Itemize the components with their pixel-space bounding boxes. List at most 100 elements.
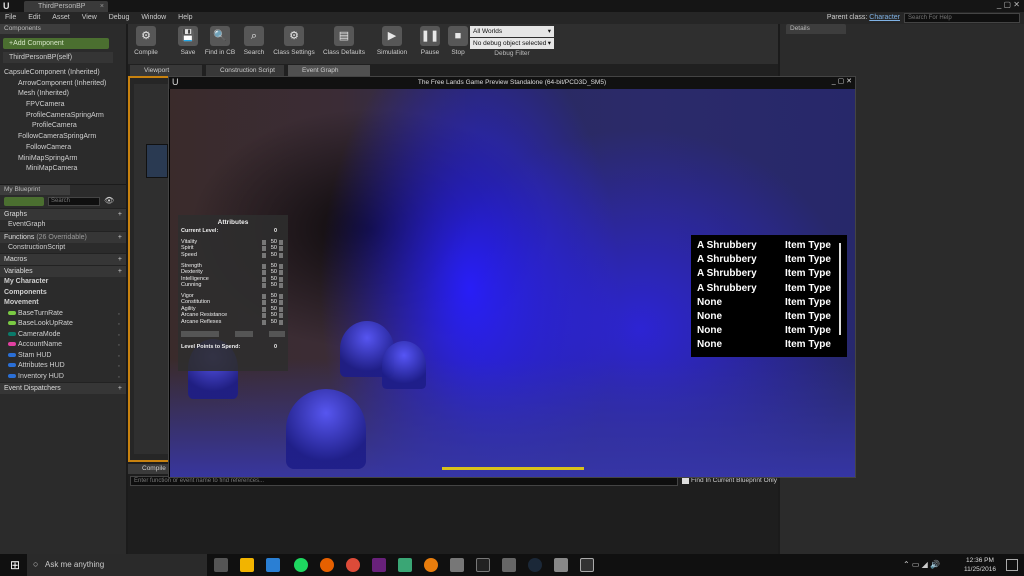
inventory-row[interactable]: A Shrubbery Item Type: [697, 239, 837, 253]
attribute-action-button[interactable]: [269, 331, 285, 337]
increase-button[interactable]: [279, 240, 283, 245]
firefox-icon[interactable]: [320, 558, 334, 572]
help-search-input[interactable]: Search For Help: [904, 13, 1020, 23]
menu-asset[interactable]: Asset: [52, 12, 70, 24]
blender-icon[interactable]: [424, 558, 438, 572]
add-component-button[interactable]: +Add Component: [3, 38, 109, 49]
debug-object-select[interactable]: No debug object selected: [470, 38, 554, 49]
menu-file[interactable]: File: [5, 12, 16, 24]
parent-class-link[interactable]: Character: [869, 14, 900, 21]
decrease-button[interactable]: [262, 294, 266, 299]
spotify-icon[interactable]: [294, 558, 308, 572]
tab-viewport[interactable]: Viewport: [130, 65, 202, 76]
self-component[interactable]: ThirdPersonBP(self): [3, 52, 113, 63]
inventory-row[interactable]: None Item Type: [697, 324, 837, 338]
close-tab-icon[interactable]: ×: [100, 1, 104, 12]
decrease-button[interactable]: [262, 276, 266, 282]
menu-help[interactable]: Help: [178, 12, 192, 24]
chrome-icon[interactable]: [346, 558, 360, 572]
increase-button[interactable]: [279, 319, 283, 325]
unreal-engine-icon[interactable]: [580, 558, 594, 572]
simulation-button[interactable]: ▶ Simulation: [372, 26, 412, 56]
plus-icon[interactable]: +: [118, 383, 122, 395]
menu-debug[interactable]: Debug: [109, 12, 130, 24]
add-new-button[interactable]: [4, 197, 44, 206]
tree-item[interactable]: MiniMapSpringArm: [4, 154, 120, 165]
increase-button[interactable]: [279, 294, 283, 299]
decrease-button[interactable]: [262, 306, 266, 312]
category-my-character[interactable]: My Character: [0, 277, 126, 288]
tree-item[interactable]: CapsuleComponent (Inherited): [4, 68, 120, 79]
decrease-button[interactable]: [262, 264, 266, 269]
category-components[interactable]: Components: [0, 288, 126, 299]
game-preview-window[interactable]: The Free Lands Game Preview Standalone (…: [168, 76, 856, 478]
tab-construction-script[interactable]: Construction Script: [206, 65, 284, 76]
variable-item[interactable]: Stam HUD ◦: [0, 351, 126, 362]
increase-button[interactable]: [279, 276, 283, 282]
game-window-controls[interactable]: _ ▢ ✕: [832, 77, 852, 85]
decrease-button[interactable]: [262, 313, 266, 319]
class-defaults-button[interactable]: ▤ Class Defaults: [320, 26, 368, 56]
inventory-row[interactable]: None Item Type: [697, 338, 837, 352]
menu-edit[interactable]: Edit: [28, 12, 40, 24]
variable-item[interactable]: CameraMode ◦: [0, 330, 126, 341]
inventory-row[interactable]: A Shrubbery Item Type: [697, 253, 837, 267]
increase-button[interactable]: [279, 264, 283, 269]
steam-icon[interactable]: [528, 558, 542, 572]
decrease-button[interactable]: [262, 319, 266, 325]
inventory-row[interactable]: None Item Type: [697, 296, 837, 310]
decrease-button[interactable]: [262, 300, 266, 306]
inventory-scrollbar[interactable]: [839, 243, 841, 335]
inventory-row[interactable]: None Item Type: [697, 310, 837, 324]
graph-node[interactable]: [146, 144, 168, 178]
section-event-dispatchers[interactable]: Event Dispatchers +: [0, 382, 126, 394]
tab-event-graph[interactable]: Event Graph: [288, 65, 370, 76]
variable-item[interactable]: Inventory HUD ◦: [0, 372, 126, 383]
variable-item[interactable]: BaseLookUpRate ◦: [0, 319, 126, 330]
decrease-button[interactable]: [262, 240, 266, 245]
decrease-button[interactable]: [262, 246, 266, 252]
category-movement[interactable]: Movement: [0, 298, 126, 309]
variable-item[interactable]: Attributes HUD ◦: [0, 361, 126, 372]
tree-item[interactable]: MiniMapCamera: [4, 164, 120, 175]
eye-icon[interactable]: 👁: [104, 196, 114, 205]
inventory-row[interactable]: A Shrubbery Item Type: [697, 282, 837, 296]
save-button[interactable]: 💾 Save: [170, 26, 206, 56]
tree-item[interactable]: FPVCamera: [4, 100, 120, 111]
file-explorer-icon[interactable]: [240, 558, 254, 572]
increase-button[interactable]: [279, 270, 283, 276]
task-view-icon[interactable]: [214, 558, 228, 572]
variable-item[interactable]: AccountName ◦: [0, 340, 126, 351]
compile-button[interactable]: ⚙ Compile: [128, 26, 164, 56]
world-select[interactable]: All Worlds: [470, 26, 554, 37]
increase-button[interactable]: [279, 306, 283, 312]
app-icon[interactable]: [502, 558, 516, 572]
inventory-row[interactable]: A Shrubbery Item Type: [697, 267, 837, 281]
increase-button[interactable]: [279, 252, 283, 258]
search-button[interactable]: ⌕ Search: [236, 26, 272, 56]
notifications-icon[interactable]: [1006, 559, 1018, 571]
system-tray-icons[interactable]: ⌃ ▭ ◢ 🔊: [903, 554, 940, 576]
epic-games-icon[interactable]: [476, 558, 490, 572]
clock[interactable]: 12:36 PM 11/25/2016: [964, 556, 996, 574]
increase-button[interactable]: [279, 283, 283, 289]
compile-results-tab[interactable]: Compile: [128, 464, 168, 474]
tree-item[interactable]: FollowCameraSpringArm: [4, 132, 120, 143]
section-graphs[interactable]: Graphs +: [0, 208, 126, 220]
tree-item[interactable]: ProfileCameraSpringArm: [4, 111, 120, 122]
menu-window[interactable]: Window: [141, 12, 166, 24]
decrease-button[interactable]: [262, 270, 266, 276]
cortana-search-input[interactable]: Ask me anything: [27, 554, 207, 576]
section-variables[interactable]: Variables +: [0, 265, 126, 277]
windows-start-icon[interactable]: ⊞: [4, 554, 26, 576]
section-macros[interactable]: Macros +: [0, 253, 126, 265]
app-icon[interactable]: [398, 558, 412, 572]
find-in-cb-button[interactable]: 🔍 Find in CB: [202, 26, 238, 56]
class-settings-button[interactable]: ⚙ Class Settings: [270, 26, 318, 56]
section-functions[interactable]: Functions (26 Overridable) +: [0, 230, 126, 243]
decrease-button[interactable]: [262, 252, 266, 258]
function-item[interactable]: ConstructionScript: [0, 243, 126, 254]
visual-studio-icon[interactable]: [372, 558, 386, 572]
window-controls[interactable]: _ ▢ ✕: [997, 0, 1020, 9]
menu-view[interactable]: View: [82, 12, 97, 24]
